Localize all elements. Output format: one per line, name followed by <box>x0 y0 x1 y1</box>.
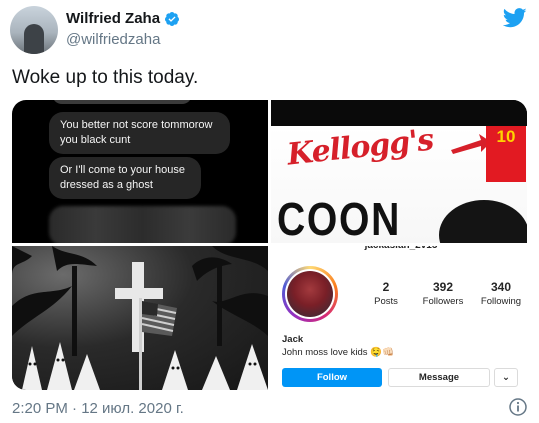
cereal-badge: 10 <box>486 126 526 182</box>
media-chat-screenshot[interactable]: You better not score tommorow you black … <box>12 100 268 243</box>
cereal-box-shadow <box>271 100 527 126</box>
following-count: 340 <box>490 280 512 294</box>
cereal-badge-stripe <box>486 148 526 155</box>
profile-handle: jackaslan_2v15 <box>341 246 461 251</box>
profile-avatar <box>282 266 338 322</box>
profile-bio: John moss love kids 🤤👊🏻 <box>282 347 394 358</box>
photo-scene <box>12 246 268 390</box>
author-display-name[interactable]: Wilfried Zaha <box>66 10 160 27</box>
followers-label: Followers <box>422 296 464 307</box>
chat-message-1: You better not score tommorow you black … <box>49 112 230 154</box>
verified-badge-icon <box>165 11 180 26</box>
follow-button: Follow <box>282 368 382 387</box>
profile-avatar-ring <box>285 269 335 319</box>
author-avatar[interactable] <box>10 6 58 54</box>
followers-count: 392 <box>432 280 454 294</box>
tweet-text: Woke up to this today. <box>12 67 199 88</box>
chat-message-blurred <box>49 206 236 243</box>
tweet-timestamp[interactable]: 2:20 PM · 12 июл. 2020 г. <box>12 400 184 417</box>
following-label: Following <box>480 296 522 307</box>
chat-message-2: Or I'll come to your house dressed as a … <box>49 157 201 199</box>
posts-count: 2 <box>382 280 390 294</box>
profile-stat-followers: 392 Followers <box>411 280 475 307</box>
profile-stat-following: 340 Following <box>476 280 526 307</box>
media-grid: You better not score tommorow you black … <box>12 100 527 390</box>
profile-name: Jack <box>282 334 304 345</box>
chat-bubble-cropped <box>52 100 192 104</box>
profile-avatar-photo <box>287 271 333 317</box>
profile-stat-posts: 2 Posts <box>371 280 401 307</box>
media-bw-photo[interactable] <box>12 246 268 390</box>
twitter-bird-icon[interactable] <box>503 8 527 28</box>
media-instagram-profile[interactable]: jackaslan_2v15 2 Posts 392 Followers 340… <box>271 246 527 390</box>
cereal-badge-number: 10 <box>496 127 516 146</box>
tweet-card: Wilfried Zaha @wilfriedzaha Woke up to t… <box>0 0 539 423</box>
author-name-row: Wilfried Zaha <box>66 10 180 27</box>
chevron-down-icon: ⌄ <box>494 368 518 387</box>
author-handle[interactable]: @wilfriedzaha <box>66 31 160 48</box>
media-cereal-box[interactable]: Kellogg's 10 COON <box>271 100 527 243</box>
info-icon[interactable] <box>509 398 527 416</box>
arrow-icon <box>451 134 491 154</box>
posts-label: Posts <box>374 296 398 307</box>
cereal-headline: COON <box>277 193 402 243</box>
message-button: Message <box>388 368 490 387</box>
